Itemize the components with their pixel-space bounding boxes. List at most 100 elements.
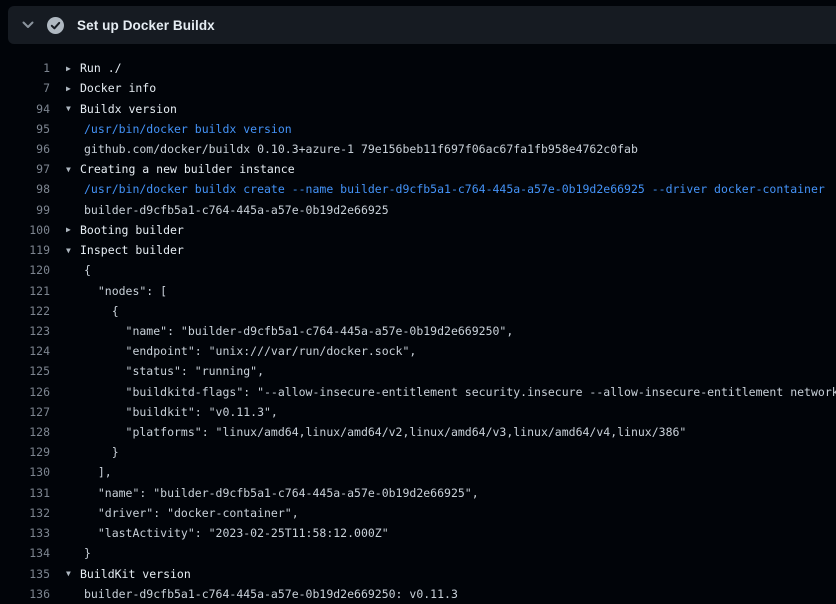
log-text: "lastActivity": "2023-02-25T11:58:12.000… xyxy=(84,526,389,540)
log-group-row[interactable]: 119 ▼Inspect builder xyxy=(0,240,836,260)
line-content: builder-d9cfb5a1-c764-445a-a57e-0b19d2e6… xyxy=(66,203,836,217)
group-title[interactable]: Run ./ xyxy=(80,61,122,75)
log-text: github.com/docker/buildx 0.10.3+azure-1 … xyxy=(84,142,638,156)
log-line-row: 132 "driver": "docker-container", xyxy=(0,503,836,523)
line-content: "buildkitd-flags": "--allow-insecure-ent… xyxy=(66,385,836,399)
log-text: builder-d9cfb5a1-c764-445a-a57e-0b19d2e6… xyxy=(84,587,458,601)
group-title[interactable]: Buildx version xyxy=(80,102,177,116)
line-number[interactable]: 119 xyxy=(0,243,50,257)
line-number[interactable]: 122 xyxy=(0,304,50,318)
actions-log-viewer: Set up Docker Buildx 1▶Run ./7▶Docker in… xyxy=(0,0,836,604)
line-number[interactable]: 127 xyxy=(0,405,50,419)
group-title[interactable]: BuildKit version xyxy=(80,567,191,581)
line-content: ▶Run ./ xyxy=(66,61,836,75)
log-group-row[interactable]: 1 ▶Run ./ xyxy=(0,58,836,78)
step-header[interactable]: Set up Docker Buildx xyxy=(8,6,836,44)
line-number[interactable]: 7 xyxy=(0,81,50,95)
group-title[interactable]: Creating a new builder instance xyxy=(80,162,295,176)
line-number[interactable]: 131 xyxy=(0,486,50,500)
line-number[interactable]: 99 xyxy=(0,203,50,217)
log-group-row[interactable]: 97 ▼Creating a new builder instance xyxy=(0,159,836,179)
log-text: { xyxy=(84,304,119,318)
log-group-row[interactable]: 7 ▶Docker info xyxy=(0,78,836,98)
log-text: "nodes": [ xyxy=(84,284,167,298)
group-expanded-arrow-icon[interactable]: ▼ xyxy=(66,569,80,578)
line-number[interactable]: 120 xyxy=(0,263,50,277)
group-title[interactable]: Inspect builder xyxy=(80,243,184,257)
log-line-row: 124 "endpoint": "unix:///var/run/docker.… xyxy=(0,341,836,361)
line-content: { xyxy=(66,304,836,318)
line-content: github.com/docker/buildx 0.10.3+azure-1 … xyxy=(66,142,836,156)
line-number[interactable]: 95 xyxy=(0,122,50,136)
line-content: /usr/bin/docker buildx create --name bui… xyxy=(66,182,836,196)
log-line-row: 126 "buildkitd-flags": "--allow-insecure… xyxy=(0,382,836,402)
group-expanded-arrow-icon[interactable]: ▼ xyxy=(66,246,80,255)
log-text: builder-d9cfb5a1-c764-445a-a57e-0b19d2e6… xyxy=(84,203,389,217)
group-collapsed-arrow-icon[interactable]: ▶ xyxy=(66,225,80,234)
line-number[interactable]: 128 xyxy=(0,425,50,439)
line-content: "status": "running", xyxy=(66,364,836,378)
group-title[interactable]: Booting builder xyxy=(80,223,184,237)
line-content: ▼Creating a new builder instance xyxy=(66,162,836,176)
line-content: ▼Buildx version xyxy=(66,102,836,116)
line-number[interactable]: 100 xyxy=(0,223,50,237)
line-number[interactable]: 123 xyxy=(0,324,50,338)
log-line-row: 120 { xyxy=(0,260,836,280)
line-number[interactable]: 124 xyxy=(0,344,50,358)
log-group-row[interactable]: 135 ▼BuildKit version xyxy=(0,563,836,583)
log-line-row: 95/usr/bin/docker buildx version xyxy=(0,119,836,139)
line-number[interactable]: 133 xyxy=(0,526,50,540)
line-content: "nodes": [ xyxy=(66,284,836,298)
log-text: "status": "running", xyxy=(84,364,264,378)
group-expanded-arrow-icon[interactable]: ▼ xyxy=(66,104,80,113)
line-number[interactable]: 125 xyxy=(0,364,50,378)
line-number[interactable]: 135 xyxy=(0,567,50,581)
group-title[interactable]: Docker info xyxy=(80,81,156,95)
line-content: ▶Booting builder xyxy=(66,223,836,237)
log-line-row: 125 "status": "running", xyxy=(0,361,836,381)
group-collapsed-arrow-icon[interactable]: ▶ xyxy=(66,84,80,93)
line-content: "endpoint": "unix:///var/run/docker.sock… xyxy=(66,344,836,358)
log-text: "name": "builder-d9cfb5a1-c764-445a-a57e… xyxy=(84,324,513,338)
line-content: } xyxy=(66,546,836,560)
log-line-row: 122 { xyxy=(0,301,836,321)
log-text: "buildkit": "v0.11.3", xyxy=(84,405,278,419)
line-content: "driver": "docker-container", xyxy=(66,506,836,520)
line-number[interactable]: 1 xyxy=(0,61,50,75)
line-content: "buildkit": "v0.11.3", xyxy=(66,405,836,419)
log-group-row[interactable]: 94 ▼Buildx version xyxy=(0,98,836,118)
log-line-row: 99 builder-d9cfb5a1-c764-445a-a57e-0b19d2… xyxy=(0,200,836,220)
line-content: ▶Docker info xyxy=(66,81,836,95)
line-number[interactable]: 130 xyxy=(0,465,50,479)
line-number[interactable]: 97 xyxy=(0,162,50,176)
log-line-row: 133 "lastActivity": "2023-02-25T11:58:12… xyxy=(0,523,836,543)
line-number[interactable]: 96 xyxy=(0,142,50,156)
log-group-row[interactable]: 100 ▶Booting builder xyxy=(0,220,836,240)
line-number[interactable]: 136 xyxy=(0,587,50,601)
line-content: } xyxy=(66,445,836,459)
line-number[interactable]: 98 xyxy=(0,182,50,196)
group-collapsed-arrow-icon[interactable]: ▶ xyxy=(66,64,80,73)
log-line-row: 127 "buildkit": "v0.11.3", xyxy=(0,402,836,422)
log-text: "endpoint": "unix:///var/run/docker.sock… xyxy=(84,344,416,358)
line-number[interactable]: 121 xyxy=(0,284,50,298)
line-content: builder-d9cfb5a1-c764-445a-a57e-0b19d2e6… xyxy=(66,587,836,601)
line-content: "lastActivity": "2023-02-25T11:58:12.000… xyxy=(66,526,836,540)
line-content: ], xyxy=(66,465,836,479)
line-number[interactable]: 126 xyxy=(0,385,50,399)
check-circle-icon xyxy=(47,17,64,34)
chevron-down-icon[interactable] xyxy=(20,17,36,33)
log-line-row: 121 "nodes": [ xyxy=(0,280,836,300)
log-text: } xyxy=(84,546,91,560)
line-content: ▼Inspect builder xyxy=(66,243,836,257)
log-text: { xyxy=(84,263,91,277)
line-number[interactable]: 129 xyxy=(0,445,50,459)
step-title: Set up Docker Buildx xyxy=(77,18,215,33)
group-expanded-arrow-icon[interactable]: ▼ xyxy=(66,165,80,174)
log-line-row: 129 } xyxy=(0,442,836,462)
log-text: ], xyxy=(84,465,112,479)
line-number[interactable]: 134 xyxy=(0,546,50,560)
line-number[interactable]: 94 xyxy=(0,102,50,116)
line-content: { xyxy=(66,263,836,277)
line-number[interactable]: 132 xyxy=(0,506,50,520)
